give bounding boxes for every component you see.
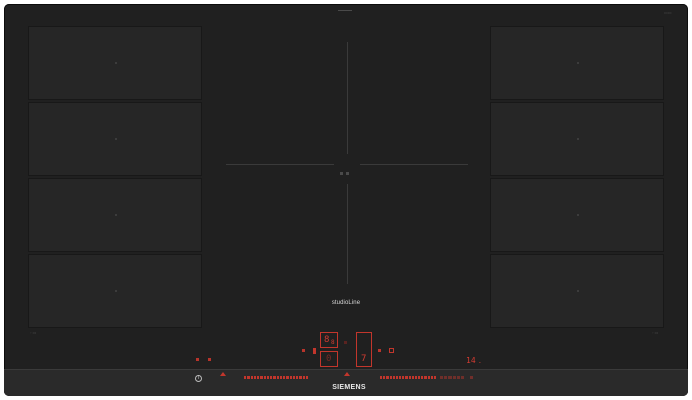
zone-center-mark bbox=[577, 290, 579, 292]
right-slider-extension[interactable] bbox=[440, 376, 465, 379]
zone-power-display[interactable]: 7 bbox=[356, 332, 372, 367]
top-edge-marker bbox=[338, 10, 352, 11]
timer-display[interactable]: 0 bbox=[320, 351, 338, 367]
zone-center-mark bbox=[115, 62, 117, 64]
left-power-slider[interactable] bbox=[244, 376, 308, 379]
left-zone-segment-3[interactable] bbox=[28, 178, 202, 252]
right-flex-zone[interactable] bbox=[490, 26, 664, 330]
left-zone-segment-1[interactable] bbox=[28, 26, 202, 100]
right-zone-segment-3[interactable] bbox=[490, 178, 664, 252]
right-zone-segment-1[interactable] bbox=[490, 26, 664, 100]
zone-center-mark bbox=[577, 62, 579, 64]
info-button[interactable]: i bbox=[195, 375, 202, 382]
center-indicator-dot bbox=[344, 341, 347, 344]
left-zone-select-dot-1[interactable] bbox=[196, 358, 199, 361]
left-flex-zone[interactable] bbox=[28, 26, 202, 330]
right-indicator-dot bbox=[378, 349, 381, 352]
right-zone-segment-2[interactable] bbox=[490, 102, 664, 176]
left-indicator-dot bbox=[302, 349, 305, 352]
center-cross-bottom-line bbox=[347, 184, 348, 284]
zone-center-mark bbox=[115, 290, 117, 292]
right-readout-digits: 14 bbox=[466, 356, 476, 365]
left-zone-select-dot-2[interactable] bbox=[208, 358, 211, 361]
right-readout-unit: - bbox=[478, 359, 482, 366]
power-level-digit: 8 bbox=[324, 335, 330, 345]
power-level-sub-digit: 8 bbox=[331, 339, 335, 346]
corner-mark-right: ◦ ▭ bbox=[652, 330, 659, 335]
brand-logo: SIEMENS bbox=[332, 384, 366, 391]
center-mark bbox=[340, 162, 350, 175]
series-label: studioLine bbox=[331, 300, 361, 306]
power-display-left[interactable]: 8 8 bbox=[320, 332, 338, 348]
right-end-indicator bbox=[470, 376, 473, 379]
right-power-slider[interactable] bbox=[380, 376, 437, 379]
right-zone-segment-4[interactable] bbox=[490, 254, 664, 328]
timer-digit: 0 bbox=[326, 354, 332, 364]
cooktop-glass: studioLine ◦ ▭ ◦ ▭ ▭▭ 8 8 0 7 14 - i SIE… bbox=[4, 4, 688, 396]
left-indicator-bar bbox=[313, 348, 316, 354]
left-zone-segment-4[interactable] bbox=[28, 254, 202, 328]
zone-center-mark bbox=[577, 214, 579, 216]
corner-mark-left: ◦ ▭ bbox=[30, 330, 37, 335]
center-cross-right-line bbox=[360, 164, 468, 165]
zone-center-mark bbox=[115, 214, 117, 216]
center-boost-triangle-icon[interactable] bbox=[344, 372, 350, 376]
zone-center-mark bbox=[115, 138, 117, 140]
corner-mark-top-right: ▭▭ bbox=[664, 10, 672, 15]
right-indicator-box[interactable] bbox=[389, 348, 394, 353]
zone-center-mark bbox=[577, 138, 579, 140]
center-cross-left-line bbox=[226, 164, 334, 165]
left-boost-triangle-icon[interactable] bbox=[220, 372, 226, 376]
left-zone-segment-2[interactable] bbox=[28, 102, 202, 176]
center-cross-top-line bbox=[347, 42, 348, 154]
zone-power-digit: 7 bbox=[361, 354, 367, 364]
